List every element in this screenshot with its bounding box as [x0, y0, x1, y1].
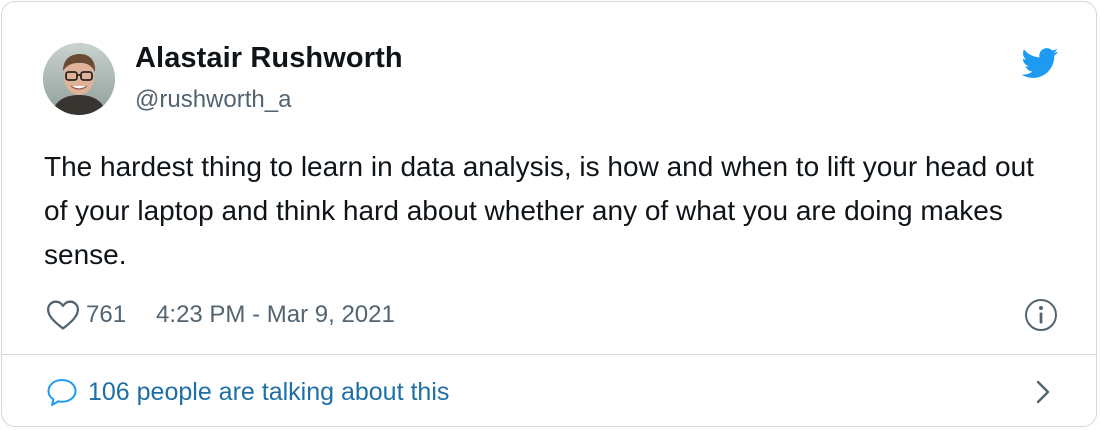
- author-name[interactable]: Alastair Rushworth: [135, 42, 403, 75]
- avatar-photo: [43, 43, 115, 115]
- author-handle[interactable]: @rushworth_a: [135, 86, 291, 114]
- tweet-text: The hardest thing to learn in data analy…: [44, 151, 1034, 270]
- tweet-card: Alastair Rushworth @rushworth_a The hard…: [1, 1, 1097, 427]
- conversation-label: 106 people are talking about this: [88, 377, 450, 406]
- conversation-link[interactable]: 106 people are talking about this: [46, 372, 449, 412]
- tweet-timestamp[interactable]: 4:23 PM - Mar 9, 2021: [156, 301, 395, 329]
- speech-bubble-icon: [47, 379, 77, 406]
- twitter-bird-icon[interactable]: [1021, 48, 1059, 79]
- tweet-meta: 761 4:23 PM - Mar 9, 2021: [46, 296, 395, 334]
- avatar[interactable]: [43, 43, 115, 115]
- info-icon[interactable]: [1024, 298, 1058, 332]
- divider: [2, 354, 1096, 355]
- heart-icon[interactable]: [46, 299, 80, 331]
- chevron-right-icon[interactable]: [1032, 377, 1054, 407]
- like-count[interactable]: 761: [86, 301, 126, 329]
